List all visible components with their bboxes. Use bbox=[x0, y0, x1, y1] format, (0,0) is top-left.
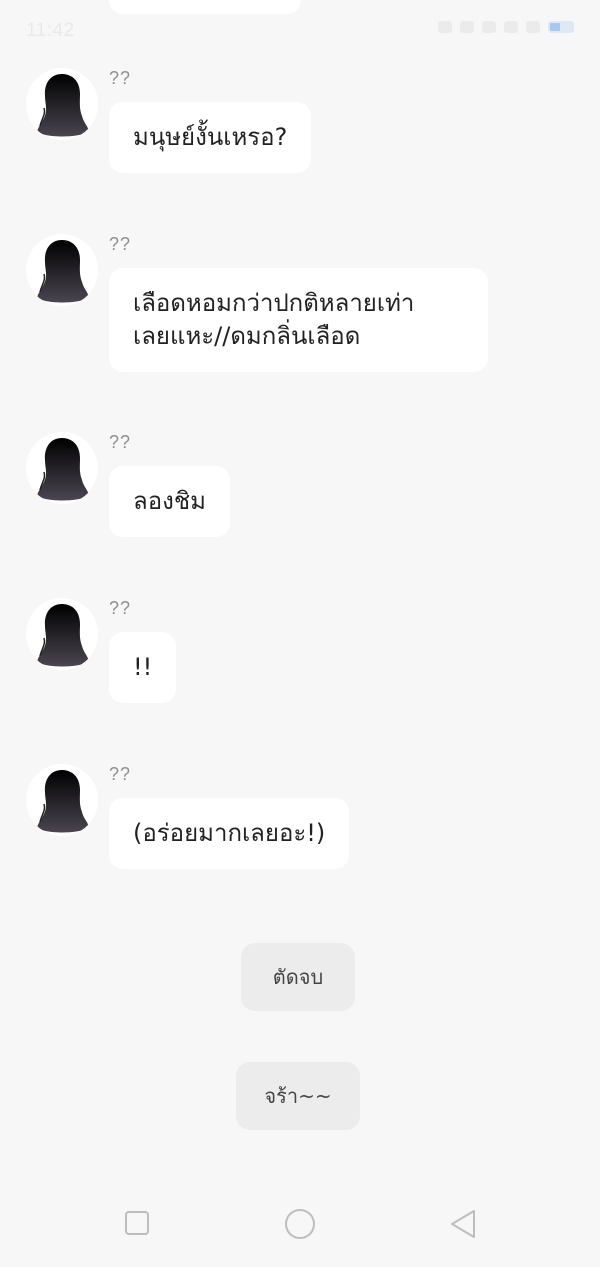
choice-button-reply[interactable]: จร้า~~ bbox=[236, 1062, 360, 1130]
alarm-icon bbox=[504, 21, 518, 33]
sender-name: ?? bbox=[109, 432, 132, 452]
message-bubble: !! bbox=[109, 632, 177, 703]
moon-icon bbox=[482, 21, 496, 33]
status-icons bbox=[438, 21, 574, 33]
status-time: 11:42 bbox=[26, 20, 75, 41]
avatar[interactable] bbox=[26, 598, 98, 670]
recent-apps-icon[interactable] bbox=[124, 1210, 150, 1240]
message-bubble: ลองชิม bbox=[109, 466, 230, 537]
silhouette-icon bbox=[37, 74, 89, 137]
avatar[interactable] bbox=[26, 764, 98, 836]
back-icon[interactable] bbox=[449, 1209, 477, 1243]
sender-name: ?? bbox=[109, 764, 132, 784]
previous-message-bubble bbox=[109, 0, 301, 14]
silhouette-icon bbox=[37, 770, 89, 833]
message-bubble: เลือดหอมกว่าปกติหลายเท่า เลยแหะ//ดมกลิ่น… bbox=[109, 268, 488, 372]
avatar[interactable] bbox=[26, 432, 98, 504]
silhouette-icon bbox=[37, 604, 89, 667]
avatar[interactable] bbox=[26, 234, 98, 306]
silhouette-icon bbox=[37, 438, 89, 501]
sender-name: ?? bbox=[109, 68, 132, 88]
navigation-bar bbox=[0, 1190, 600, 1267]
bluetooth-icon bbox=[526, 21, 540, 33]
sender-name: ?? bbox=[109, 598, 132, 618]
status-bar: 11:42 bbox=[0, 0, 600, 64]
silhouette-icon bbox=[37, 240, 89, 303]
choice-button-end[interactable]: ตัดจบ bbox=[241, 943, 355, 1011]
notification-icon bbox=[438, 21, 452, 33]
battery-icon bbox=[548, 21, 574, 33]
message-icon bbox=[460, 21, 474, 33]
home-icon[interactable] bbox=[284, 1208, 316, 1244]
sender-name: ?? bbox=[109, 234, 132, 254]
avatar[interactable] bbox=[26, 68, 98, 140]
message-bubble: (อร่อยมากเลยอะ!) bbox=[109, 798, 350, 869]
message-bubble: มนุษย์งั้นเหรอ? bbox=[109, 102, 312, 173]
